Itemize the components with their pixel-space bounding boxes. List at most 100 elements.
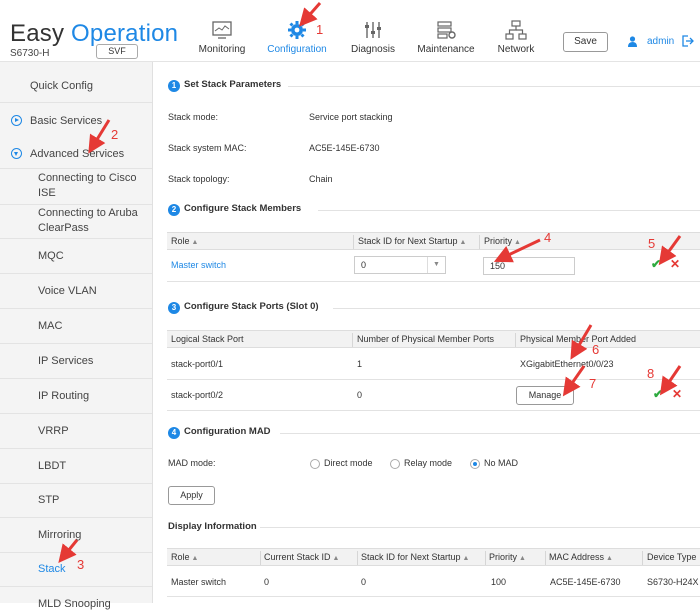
section-title: Configuration MAD	[184, 426, 271, 437]
section-mad: 4 Configuration MAD	[168, 426, 271, 439]
sidebar-item-quick-config[interactable]: Quick Config	[30, 80, 150, 92]
col-logical-port: Logical Stack Port	[171, 334, 244, 344]
nav-maintenance[interactable]: Maintenance	[416, 20, 476, 62]
section-number: 1	[168, 80, 180, 92]
logout-icon[interactable]	[682, 35, 694, 47]
col-role[interactable]: Role ▲	[171, 552, 198, 562]
radio-no-mad[interactable]	[470, 459, 480, 469]
display-device-type: S6730-H24X	[647, 577, 699, 587]
sidebar-item-basic-services[interactable]: Basic Services	[30, 115, 150, 127]
chevron-down-icon: ▼	[427, 257, 445, 273]
port2-name: stack-port0/2	[171, 390, 224, 400]
ports-table-header: Logical Stack Port Number of Physical Me…	[167, 330, 700, 348]
stack-id-select[interactable]: 0 ▼	[354, 256, 446, 274]
members-table-header: Role ▲ Stack ID for Next Startup ▲ Priorit…	[167, 232, 700, 250]
col-mac-address[interactable]: MAC Address ▲	[549, 552, 613, 562]
member-role-link[interactable]: Master switch	[171, 260, 226, 270]
col-member-count: Number of Physical Member Ports	[357, 334, 495, 344]
stack-topology-label: Stack topology:	[168, 174, 230, 184]
col-role[interactable]: Role ▲	[171, 236, 198, 246]
col-device-type[interactable]: Device Type	[647, 552, 696, 562]
port1-added: XGigabitEthernet0/0/23	[520, 359, 614, 369]
display-mac: AC5E-145E-6730	[550, 577, 621, 587]
sidebar-item-cisco-ise[interactable]: Connecting to Cisco ISE	[38, 171, 150, 201]
section-title: Set Stack Parameters	[184, 79, 282, 90]
nav-label: Network	[497, 44, 535, 55]
annotation-number: 5	[648, 236, 656, 251]
manage-button[interactable]: Manage	[516, 386, 574, 405]
radio-no-mad-label: No MAD	[484, 458, 519, 468]
radio-relay-mode[interactable]	[390, 459, 400, 469]
annotation-number: 2	[111, 127, 119, 142]
section-number: 2	[168, 204, 180, 216]
expand-icon	[11, 115, 22, 126]
radio-direct-label: Direct mode	[324, 458, 373, 468]
monitor-icon	[212, 21, 232, 39]
stack-mode-value: Service port stacking	[309, 112, 393, 122]
col-next-stack-id[interactable]: Stack ID for Next Startup ▲	[361, 552, 469, 562]
confirm-icon[interactable]: ✔	[651, 257, 661, 271]
port2-count: 0	[357, 390, 363, 400]
nav-label: Configuration	[267, 44, 327, 55]
radio-direct-mode[interactable]	[310, 459, 320, 469]
annotation-number: 1	[316, 22, 324, 37]
collapse-icon	[11, 148, 22, 159]
display-current-id: 0	[264, 577, 270, 587]
col-stack-id[interactable]: Stack ID for Next Startup ▲	[358, 236, 466, 246]
save-button[interactable]: Save	[563, 32, 608, 52]
confirm-icon[interactable]: ✔	[653, 387, 663, 401]
cancel-icon[interactable]: ✕	[670, 257, 680, 271]
stack-mac-value: AC5E-145E-6730	[309, 143, 380, 153]
nav-label: Maintenance	[417, 44, 475, 55]
mad-mode-label: MAD mode:	[168, 458, 216, 468]
annotation-number: 8	[647, 366, 655, 381]
sliders-icon	[365, 22, 381, 38]
user-icon	[628, 36, 637, 47]
sidebar-item-aruba[interactable]: Connecting to Aruba ClearPass	[38, 206, 150, 236]
col-current-stack-id[interactable]: Current Stack ID ▲	[264, 552, 339, 562]
priority-input[interactable]: 150	[483, 257, 575, 275]
section-number: 4	[168, 427, 180, 439]
section-stack-members: 2 Configure Stack Members	[168, 203, 301, 216]
col-member-added: Physical Member Port Added	[520, 334, 637, 344]
annotation-number: 3	[77, 557, 85, 572]
sidebar: Quick Config Basic Services Advanced Ser…	[0, 62, 153, 610]
port1-name: stack-port0/1	[171, 359, 224, 369]
stack-mac-label: Stack system MAC:	[168, 143, 247, 153]
col-priority[interactable]: Priority ▲	[484, 236, 521, 246]
display-next-id: 0	[361, 577, 367, 587]
display-info-title: Display Information	[168, 521, 257, 532]
section-number: 3	[168, 302, 180, 314]
port1-count: 1	[357, 359, 363, 369]
display-role: Master switch	[171, 577, 227, 587]
annotation-number: 4	[544, 230, 552, 245]
nav-diagnosis[interactable]: Diagnosis	[348, 20, 398, 62]
cancel-icon[interactable]: ✕	[672, 387, 682, 401]
svf-button[interactable]: SVF	[96, 44, 138, 59]
annotation-number: 6	[592, 342, 600, 357]
app-logo: Easy Operation	[10, 20, 179, 47]
section-title: Configure Stack Members	[184, 203, 302, 214]
sidebar-item-advanced-services[interactable]: Advanced Services	[30, 148, 150, 160]
nav-network[interactable]: Network	[494, 20, 538, 62]
nav-label: Monitoring	[198, 44, 246, 55]
display-table-header: Role ▲ Current Stack ID ▲ Stack ID for Nex…	[167, 548, 700, 566]
stack-mode-label: Stack mode:	[168, 112, 219, 122]
display-priority: 100	[491, 577, 507, 587]
stack-topology-value: Chain	[309, 174, 333, 184]
device-model: S6730-H	[10, 48, 50, 59]
nav-monitoring[interactable]: Monitoring	[196, 20, 248, 62]
section-title: Configure Stack Ports (Slot 0)	[184, 301, 319, 312]
col-priority[interactable]: Priority ▲	[489, 552, 526, 562]
maintenance-icon	[437, 21, 456, 39]
top-header: Easy Operation S6730-H SVF Monitoring Co…	[0, 0, 700, 62]
nav-label: Diagnosis	[351, 44, 395, 55]
annotation-number: 7	[589, 376, 597, 391]
main-content: 1 Set Stack Parameters Stack mode: Servic…	[153, 62, 700, 603]
network-icon	[505, 20, 527, 40]
gear-icon	[288, 21, 306, 39]
apply-button[interactable]: Apply	[168, 486, 215, 505]
section-stack-ports: 3 Configure Stack Ports (Slot 0)	[168, 301, 319, 314]
user-name[interactable]: admin	[647, 36, 674, 47]
radio-relay-label: Relay mode	[404, 458, 453, 468]
